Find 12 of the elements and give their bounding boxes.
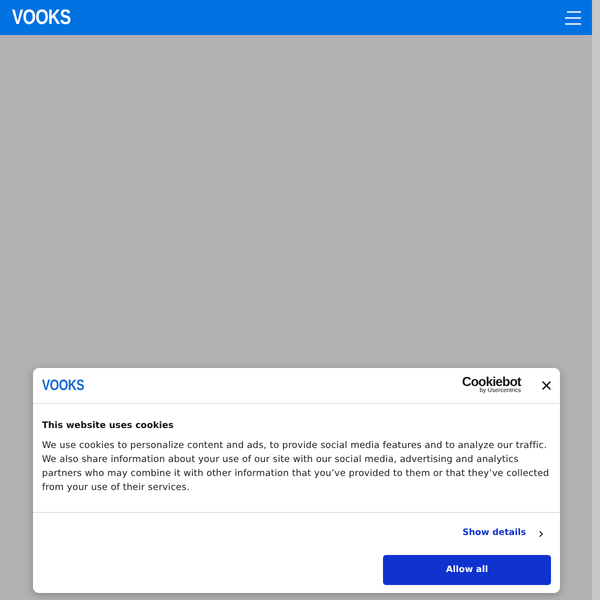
chevron-icon (539, 530, 543, 538)
close-icon (542, 381, 551, 390)
scrollbar-track[interactable] (592, 0, 600, 600)
show-details-link[interactable]: Show details (462, 527, 543, 540)
dialog-title: This website uses cookies (42, 420, 175, 433)
menu-icon[interactable] (565, 10, 581, 24)
cookiebot-logo[interactable]: Cookiebot (462, 376, 521, 388)
vooks-logo: VOOKS (42, 378, 84, 393)
allow-all-button[interactable]: Allow all (383, 555, 551, 585)
cookie-notice-text: We use cookies to personalize content and ads, to provide social media features and to analyze our traffic. We also share information about your use of our site with our social media, advertising and analytics partners who may combine it with other information that you’ve provided to them or that they’ve collected from your use of their services. (42, 438, 550, 494)
site-logo[interactable]: VOOKS (12, 7, 71, 28)
close-button[interactable] (542, 381, 551, 390)
